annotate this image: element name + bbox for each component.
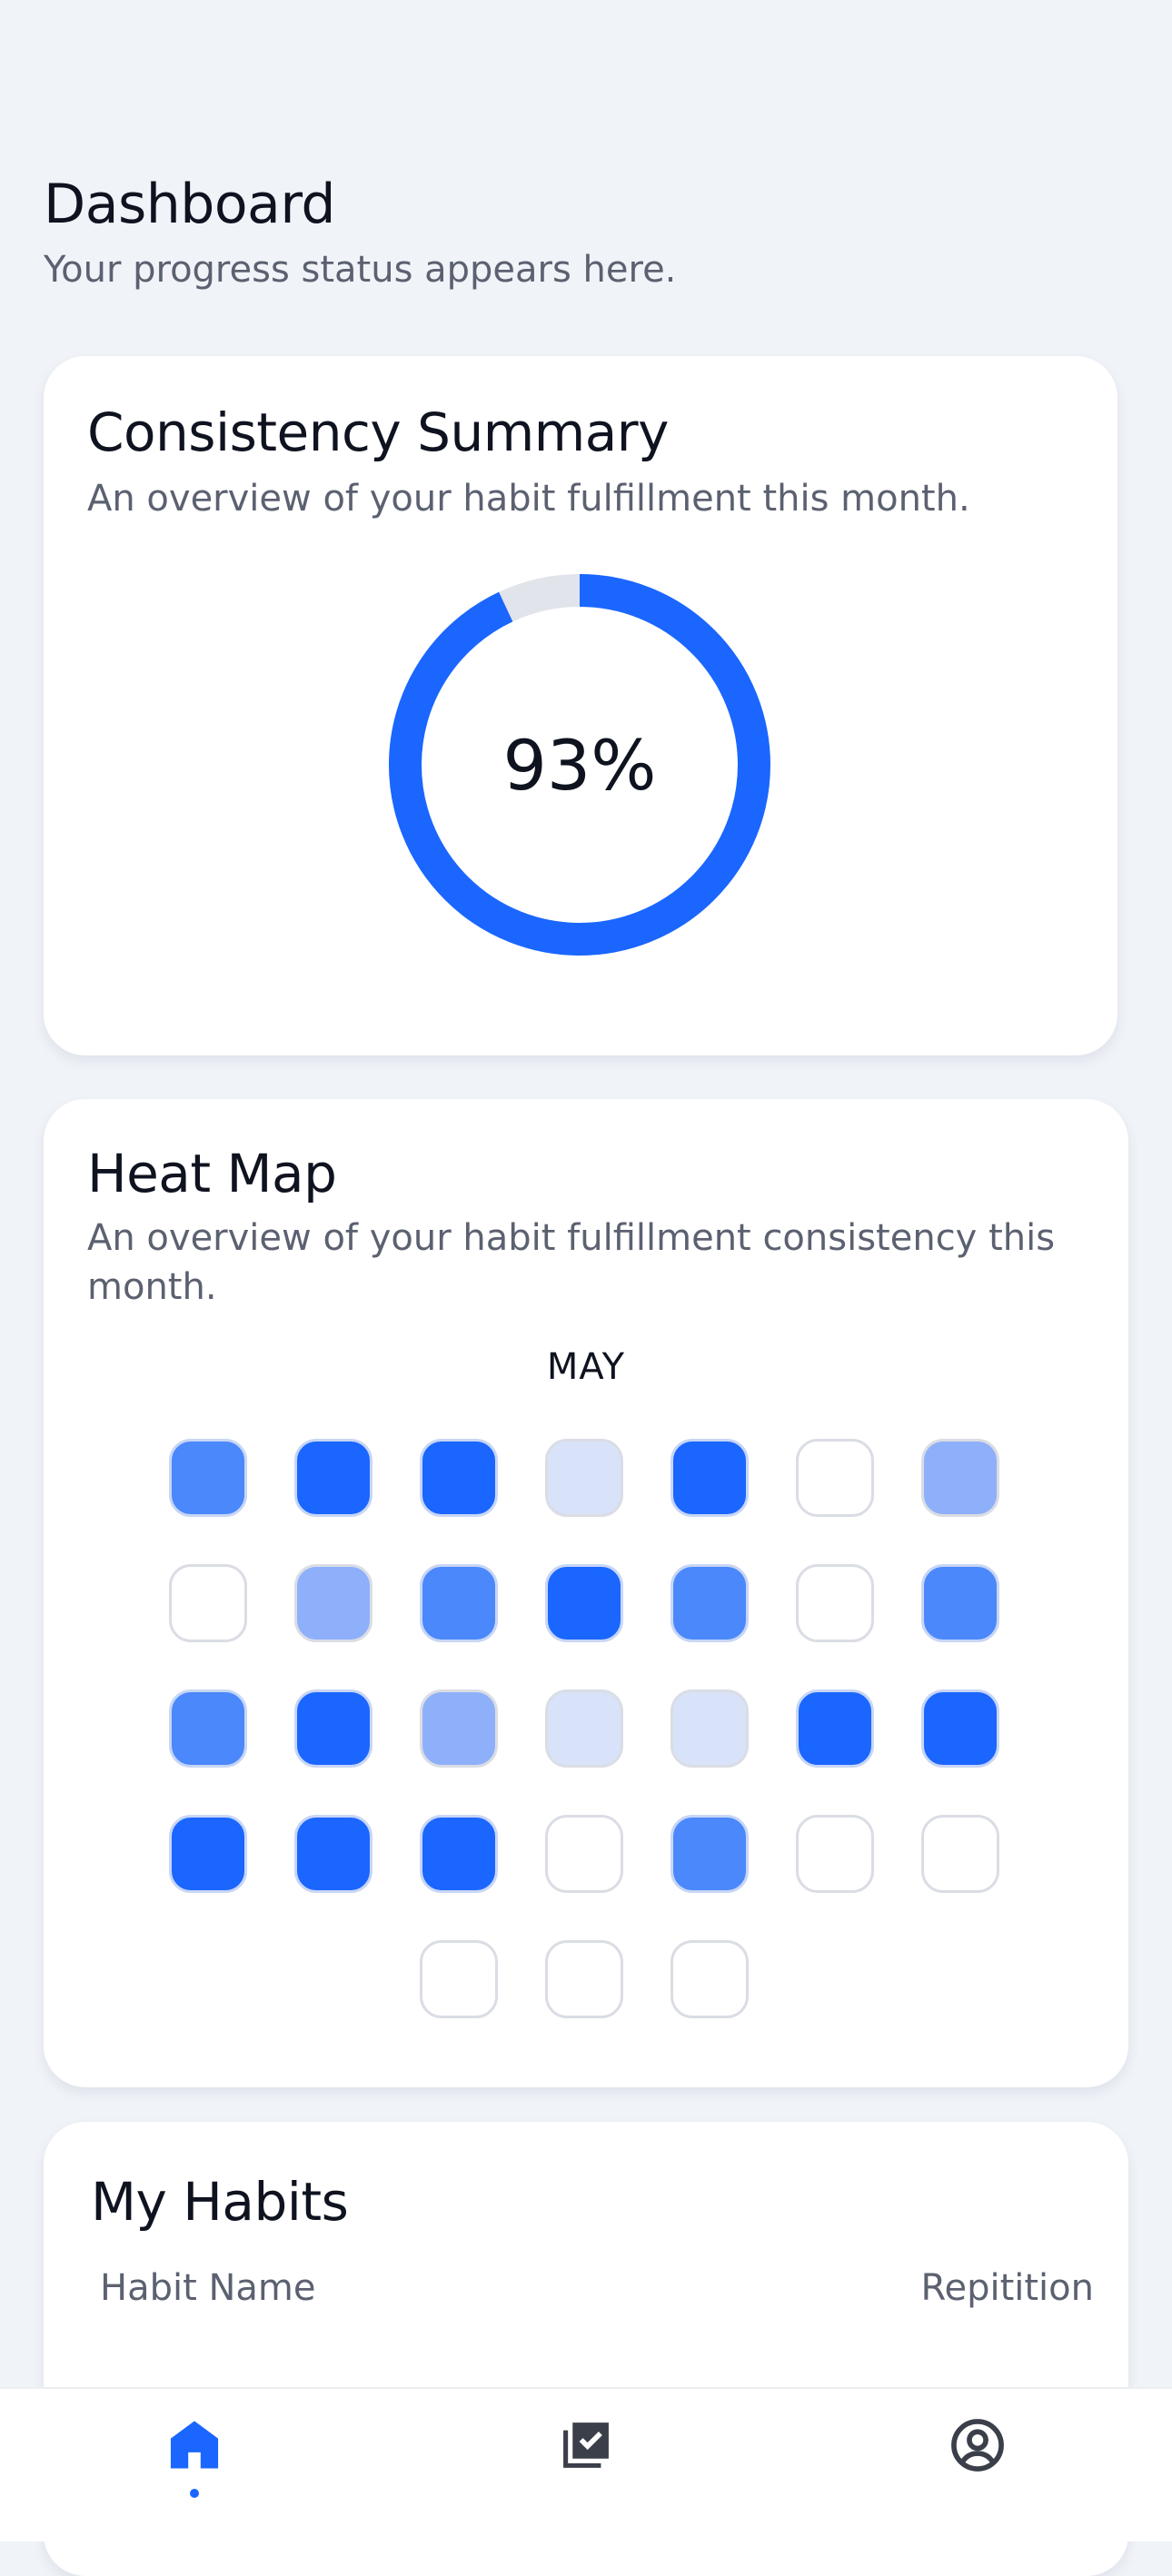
heat-map-day-cell xyxy=(420,1940,498,2018)
heat-map-day-cell xyxy=(670,1564,749,1642)
heat-map-day-cell xyxy=(921,1439,999,1517)
nav-habits[interactable] xyxy=(531,2414,641,2523)
consistency-summary-card: Consistency Summary An overview of your … xyxy=(44,356,1117,1055)
heat-map-month: MAY xyxy=(546,1346,626,1388)
heat-map-day-cell xyxy=(294,1689,372,1768)
heat-map-day-cell xyxy=(796,1689,874,1768)
heat-map-day-cell xyxy=(169,1439,247,1517)
consistency-summary-description: An overview of your habit fulfillment th… xyxy=(87,478,970,520)
habit-name-column-header: Habit Name xyxy=(100,2267,316,2309)
heat-map-day-cell xyxy=(921,1564,999,1642)
heat-map-day-cell xyxy=(921,1689,999,1768)
home-icon xyxy=(170,2421,219,2469)
heat-map-day-cell xyxy=(545,1815,623,1893)
heat-map-day-cell xyxy=(796,1815,874,1893)
heat-map-title: Heat Map xyxy=(87,1143,337,1204)
heat-map-day-cell xyxy=(169,1815,247,1893)
heat-map-description: An overview of your habit fulfillment co… xyxy=(87,1217,1056,1308)
heat-map-day-cell xyxy=(294,1815,372,1893)
profile-icon xyxy=(951,2419,1004,2472)
my-habits-title: My Habits xyxy=(91,2171,349,2233)
consistency-percent: 93% xyxy=(502,724,657,806)
heat-map-day-cell xyxy=(169,1564,247,1642)
heat-map-day-cell xyxy=(420,1815,498,1893)
nav-profile[interactable] xyxy=(923,2414,1032,2523)
heat-map-day-cell xyxy=(921,1815,999,1893)
heat-map-day-cell xyxy=(420,1689,498,1768)
heat-map-day-cell xyxy=(294,1564,372,1642)
page-header: Dashboard Your progress status appears h… xyxy=(44,173,676,291)
page-title: Dashboard xyxy=(44,173,336,236)
heat-map-day-cell xyxy=(545,1689,623,1768)
checklist-icon xyxy=(563,2422,609,2468)
heat-map-day-cell xyxy=(670,1439,749,1517)
bottom-navigation xyxy=(0,2387,1172,2541)
heat-map-day-cell xyxy=(670,1689,749,1768)
nav-home[interactable] xyxy=(140,2414,249,2523)
heat-map-day-cell xyxy=(169,1689,247,1768)
active-indicator-dot xyxy=(190,2489,199,2498)
heat-map-day-cell xyxy=(294,1439,372,1517)
page-subtitle: Your progress status appears here. xyxy=(44,249,677,291)
heat-map-day-cell xyxy=(545,1564,623,1642)
heat-map-day-cell xyxy=(796,1439,874,1517)
heat-map-day-cell xyxy=(670,1940,749,2018)
repetition-column-header: Repitition xyxy=(920,2267,1094,2309)
consistency-ring: 93% xyxy=(389,574,770,956)
heat-map-day-cell xyxy=(545,1940,623,2018)
consistency-summary-title: Consistency Summary xyxy=(87,401,669,463)
heat-map-card: Heat Map An overview of your habit fulfi… xyxy=(44,1099,1128,2087)
heat-map-day-cell xyxy=(420,1564,498,1642)
heat-map-day-cell xyxy=(796,1564,874,1642)
heat-map-day-cell xyxy=(420,1439,498,1517)
heat-map-day-cell xyxy=(545,1439,623,1517)
heat-map-day-cell xyxy=(670,1815,749,1893)
